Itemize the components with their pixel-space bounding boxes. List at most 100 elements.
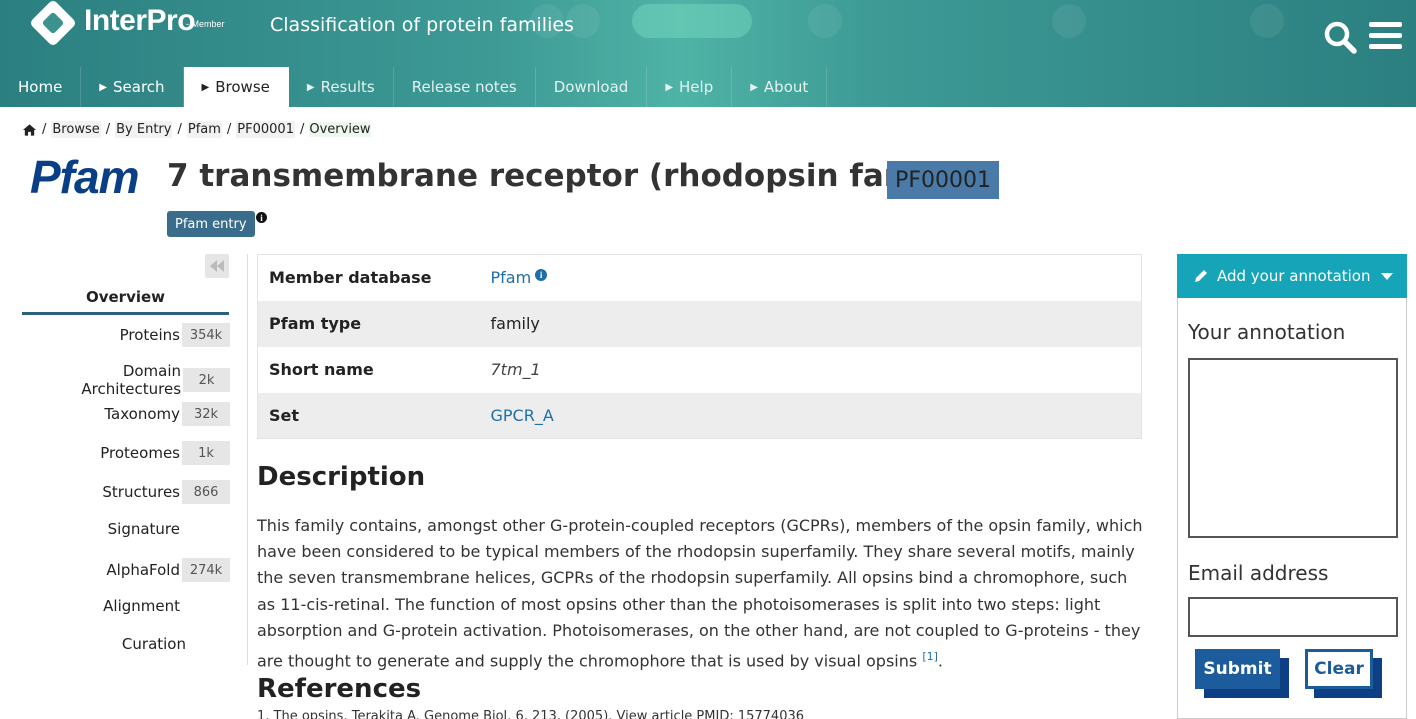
- table-row: Member database Pfam i: [258, 255, 1142, 301]
- metadata-value: 7tm_1: [490, 360, 541, 379]
- nav-home[interactable]: Home: [0, 67, 82, 107]
- metadata-key: Pfam type: [257, 300, 491, 347]
- tab-proteins[interactable]: Proteins 354k: [22, 323, 230, 347]
- breadcrumb-overview: Overview: [309, 122, 371, 137]
- decorative-bubble: [1052, 4, 1086, 38]
- breadcrumb-accession[interactable]: PF00001: [236, 121, 295, 138]
- count-badge: 866: [182, 480, 230, 504]
- add-annotation-toggle[interactable]: Add your annotation: [1177, 254, 1407, 298]
- caret-right-icon: ▶: [201, 81, 210, 93]
- logo-text[interactable]: InterPro: [84, 4, 196, 38]
- tab-label: Alignment: [103, 597, 180, 615]
- count-badge: 354k: [182, 323, 230, 347]
- table-row: Short name 7tm_1: [258, 347, 1142, 393]
- caret-right-icon: ▶: [306, 81, 315, 93]
- submit-button[interactable]: Submit: [1195, 649, 1280, 689]
- info-icon[interactable]: i: [256, 212, 267, 223]
- email-label: Email address: [1188, 561, 1329, 585]
- annotation-label: Your annotation: [1188, 320, 1346, 344]
- accession-badge: PF00001: [887, 161, 999, 199]
- pfam-logo: Pfam: [30, 151, 139, 203]
- nav-help[interactable]: ▶ Help: [647, 67, 733, 107]
- add-annotation-label: Add your annotation: [1217, 267, 1371, 285]
- entry-side-menu: Overview Proteins 354k Domain Architectu…: [22, 254, 248, 665]
- breadcrumb-separator: /: [226, 122, 232, 137]
- email-field[interactable]: [1188, 597, 1398, 637]
- tab-alignment[interactable]: Alignment: [22, 597, 230, 615]
- entry-type-badge: Pfam entry: [167, 211, 255, 237]
- metadata-key: Set: [257, 392, 491, 439]
- metadata-value: Pfam i: [491, 255, 1142, 301]
- caret-right-icon: ▶: [99, 81, 107, 93]
- decorative-bubble: [1250, 4, 1284, 38]
- page-title: 7 transmembrane receptor (rhodopsin fami…: [167, 158, 972, 194]
- tab-label: AlphaFold: [106, 561, 180, 579]
- nav-about[interactable]: ▶ About: [732, 67, 828, 107]
- breadcrumb-browse[interactable]: Browse: [51, 121, 101, 138]
- decorative-pill: [632, 4, 752, 38]
- info-icon[interactable]: i: [535, 269, 548, 282]
- tab-overview[interactable]: Overview: [22, 288, 229, 315]
- metadata-key: Member database: [269, 268, 432, 288]
- member-database-link[interactable]: Pfam: [491, 268, 532, 287]
- tab-label: Curation: [121, 635, 186, 653]
- tab-domain-architectures[interactable]: Domain Architectures 2k: [22, 362, 230, 398]
- main-nav: Home ▶ Search ▶ Browse ▶ Results Release no…: [0, 67, 828, 107]
- reference-item: 1. The opsins. Terakita A. Genome Biol. …: [257, 709, 805, 719]
- table-row: Pfam type family: [257, 300, 1142, 347]
- chevron-down-icon: [1381, 273, 1393, 280]
- metadata-value: family: [490, 300, 1142, 347]
- annotation-form: Your annotation Email address Submit Cle…: [1177, 298, 1407, 719]
- search-icon[interactable]: [1323, 20, 1357, 54]
- breadcrumb-by-entry[interactable]: By Entry: [115, 121, 173, 138]
- references-heading: References: [257, 674, 422, 704]
- logo-subtitle: - Member: [186, 19, 225, 29]
- tab-signature[interactable]: Signature: [22, 520, 230, 538]
- tab-label: Taxonomy: [104, 405, 180, 423]
- clear-button[interactable]: Clear: [1305, 649, 1373, 689]
- nav-download[interactable]: Download: [536, 67, 648, 107]
- tab-label: Proteomes: [100, 444, 180, 462]
- interpro-logo-icon[interactable]: [28, 0, 78, 48]
- caret-right-icon: ▶: [750, 81, 758, 93]
- caret-right-icon: ▶: [665, 81, 674, 93]
- tab-alphafold[interactable]: AlphaFold 274k: [22, 558, 230, 582]
- breadcrumb: / Browse / By Entry / Pfam / PF00001 / O…: [22, 121, 371, 138]
- hamburger-menu-icon[interactable]: [1369, 22, 1403, 50]
- breadcrumb-separator: /: [42, 122, 47, 137]
- metadata-key: Short name: [269, 360, 374, 379]
- home-icon[interactable]: [22, 123, 37, 137]
- site-tagline: Classification of protein families: [270, 14, 574, 36]
- tab-label: Structures: [102, 483, 180, 501]
- nav-search[interactable]: ▶ Search: [81, 67, 184, 107]
- tab-structures[interactable]: Structures 866: [22, 480, 230, 504]
- count-badge: 274k: [182, 558, 230, 582]
- tab-label: Domain Architectures: [81, 362, 182, 398]
- nav-browse[interactable]: ▶ Browse: [183, 67, 289, 107]
- set-link[interactable]: GPCR_A: [491, 406, 554, 425]
- description-text: This family contains, amongst other G-pr…: [257, 516, 1143, 671]
- tab-taxonomy[interactable]: Taxonomy 32k: [22, 402, 230, 426]
- count-badge: 2k: [183, 368, 230, 392]
- breadcrumb-separator: /: [299, 122, 305, 137]
- tab-label: Signature: [107, 520, 180, 538]
- metadata-value: GPCR_A: [490, 392, 1142, 439]
- count-badge: 1k: [182, 441, 230, 465]
- breadcrumb-separator: /: [105, 122, 111, 137]
- citation-link[interactable]: [1]: [922, 650, 938, 663]
- breadcrumb-pfam[interactable]: Pfam: [186, 121, 222, 138]
- description-heading: Description: [257, 462, 426, 492]
- breadcrumb-separator: /: [177, 122, 182, 137]
- tab-proteomes[interactable]: Proteomes 1k: [22, 441, 230, 465]
- masthead: InterPro - Member Classification of prot…: [0, 0, 1416, 107]
- annotation-textarea[interactable]: [1188, 358, 1398, 538]
- table-row: Set GPCR_A: [257, 392, 1142, 439]
- tab-curation[interactable]: Curation: [22, 635, 230, 653]
- nav-results[interactable]: ▶ Results: [289, 67, 394, 107]
- decorative-bubble: [808, 4, 842, 38]
- pencil-icon: [1195, 270, 1207, 282]
- collapse-menu-icon[interactable]: [205, 254, 229, 278]
- count-badge: 32k: [182, 402, 230, 426]
- entry-metadata-table: Member database Pfam i Pfam type family S…: [257, 254, 1142, 439]
- nav-release-notes[interactable]: Release notes: [394, 67, 536, 107]
